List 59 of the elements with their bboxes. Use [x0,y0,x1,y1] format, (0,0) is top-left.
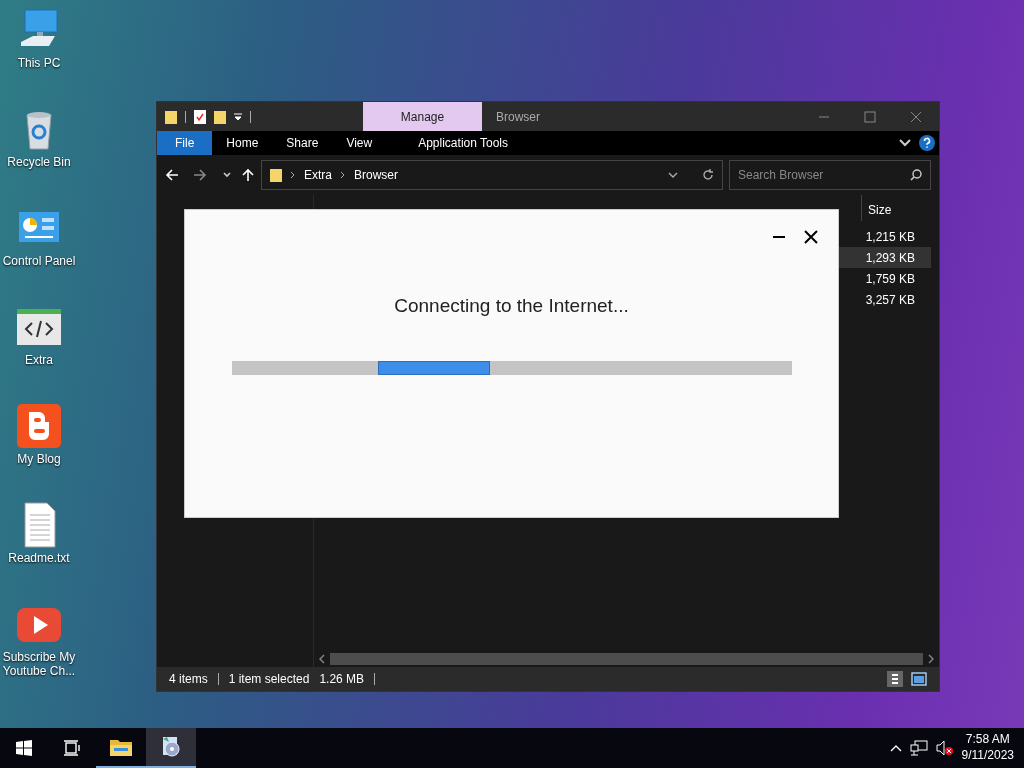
desktop-shortcut[interactable]: My Blog [0,402,78,501]
file-menu-button[interactable]: File [157,131,213,155]
item-count: 4 items [169,671,208,688]
file-size: 1,293 KB [865,249,915,267]
folder-icon [270,168,282,182]
close-button[interactable] [804,230,818,244]
window-title: Browser [495,108,541,126]
clock[interactable]: 7:58 AM 9/11/2023 [961,732,1014,764]
close-icon [910,110,922,123]
back-icon[interactable] [165,168,179,182]
desktop-shortcut[interactable]: Readme.txt [0,501,78,600]
disc-icon [160,736,182,758]
desktop-shortcut[interactable]: This PC [0,6,78,105]
dropdown-icon[interactable] [668,172,678,178]
breadcrumb[interactable]: Browser [354,166,399,184]
folder-icon [110,738,132,756]
maximize-icon [864,110,876,123]
task-view-icon [63,740,81,756]
file-size: 1,215 KB [865,228,915,246]
breadcrumb[interactable]: Extra [304,166,332,184]
properties-icon[interactable] [194,109,206,124]
customize-icon[interactable] [234,112,242,121]
desktop-shortcut[interactable]: Control Panel [0,204,78,303]
refresh-icon[interactable] [702,169,714,181]
selection-size: 1.26 MB [319,671,365,688]
search-icon [910,169,922,181]
windows-logo-icon [16,740,32,756]
search-field[interactable]: Search Browser [729,160,931,190]
scroll-left-icon[interactable] [318,654,326,664]
setup-app-button[interactable] [146,728,196,768]
desktop-shortcut[interactable]: Extra [0,303,78,402]
chevron-right-icon[interactable] [340,171,346,179]
new-folder-icon[interactable] [214,109,226,124]
ribbon-tab[interactable]: Share [272,131,333,155]
folder-icon[interactable] [165,109,177,124]
desktop-shortcut[interactable]: Subscribe My Youtube Ch... [0,600,78,699]
ribbon-tab[interactable]: View [332,131,387,155]
blog-icon [15,402,63,450]
network-icon[interactable] [909,740,928,756]
large-icons-view-icon[interactable] [911,672,927,686]
column-header[interactable]: Size [861,195,939,221]
ribbon-tab[interactable]: Home [212,131,273,155]
chevron-right-icon[interactable] [290,171,296,179]
up-icon[interactable] [241,168,255,182]
manage-tab[interactable]: Manage [363,102,482,131]
file-size: 1,759 KB [865,270,915,288]
address-bar[interactable]: Extra Browser [261,160,723,190]
selection-count: 1 item selected [228,671,310,688]
ribbon-tab[interactable]: Application Tools [404,131,523,155]
muted-speaker-icon[interactable] [935,740,954,756]
chevron-up-icon[interactable] [889,744,902,752]
status-message: Connecting to the Internet... [393,294,630,318]
help-icon[interactable] [919,135,935,151]
details-view-icon[interactable] [887,671,903,687]
scrollbar-thumb[interactable] [330,653,923,665]
desktop-shortcut[interactable]: Recycle Bin [0,105,78,204]
dropdown-icon[interactable] [223,172,231,178]
scroll-right-icon[interactable] [927,654,935,664]
chevron-icon[interactable] [899,139,911,147]
